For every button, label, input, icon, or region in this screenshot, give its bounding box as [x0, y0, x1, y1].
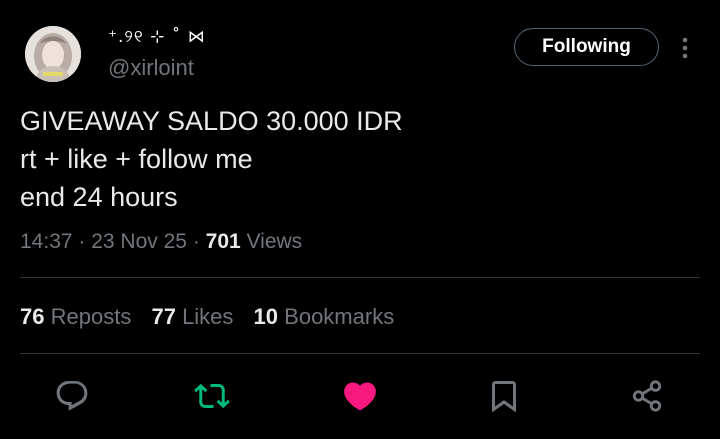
bookmarks-count: 10	[253, 304, 279, 329]
divider	[20, 353, 700, 354]
bookmarks-label: Bookmarks	[284, 304, 395, 329]
more-options-button[interactable]	[674, 33, 696, 63]
reposts-stat[interactable]: 76 Reposts	[20, 304, 131, 330]
meta-separator: ·	[78, 230, 92, 253]
divider	[20, 277, 700, 278]
engagement-stats: 76 Reposts 77 Likes 10 Bookmarks	[20, 304, 408, 330]
share-button[interactable]	[625, 372, 669, 420]
retweet-button[interactable]	[190, 372, 234, 420]
avatar[interactable]	[25, 26, 81, 82]
tweet-text-line: rt + like + follow me	[20, 144, 253, 174]
bookmark-icon	[492, 381, 516, 413]
bookmarks-stat[interactable]: 10 Bookmarks	[254, 304, 395, 330]
tweet-date[interactable]: 23 Nov 25	[91, 230, 187, 253]
more-dots-icon	[682, 37, 688, 59]
reply-icon	[56, 381, 88, 411]
tweet-text: GIVEAWAY SALDO 30.000 IDR rt + like + fo…	[20, 102, 700, 216]
share-icon	[632, 380, 662, 412]
meta-separator: ·	[192, 230, 206, 253]
tweet-header: ⁺.୨୧ ⊹ ˚ ⋈ @xirloint Following	[0, 0, 720, 95]
author-handle[interactable]: @xirloint	[108, 55, 194, 81]
bookmark-button[interactable]	[482, 372, 526, 420]
reposts-label: Reposts	[50, 304, 132, 329]
tweet-text-line: end 24 hours	[20, 182, 178, 212]
likes-count: 77	[151, 304, 176, 329]
tweet-meta: 14:37 · 23 Nov 25 · 701 Views	[20, 230, 302, 254]
heart-icon	[344, 382, 376, 411]
author-display-name[interactable]: ⁺.୨୧ ⊹ ˚ ⋈	[108, 27, 206, 47]
action-bar	[0, 372, 720, 422]
reply-button[interactable]	[50, 372, 94, 420]
views-label: Views	[246, 230, 303, 253]
reposts-count: 76	[20, 304, 45, 329]
views-count: 701	[205, 230, 241, 253]
tweet-time[interactable]: 14:37	[20, 230, 73, 253]
like-button[interactable]	[338, 372, 382, 420]
tweet-text-line: GIVEAWAY SALDO 30.000 IDR	[20, 106, 403, 136]
likes-label: Likes	[182, 304, 234, 329]
following-button[interactable]: Following	[514, 28, 659, 66]
likes-stat[interactable]: 77 Likes	[151, 304, 233, 330]
retweet-icon	[194, 383, 230, 409]
avatar-image	[25, 26, 81, 82]
